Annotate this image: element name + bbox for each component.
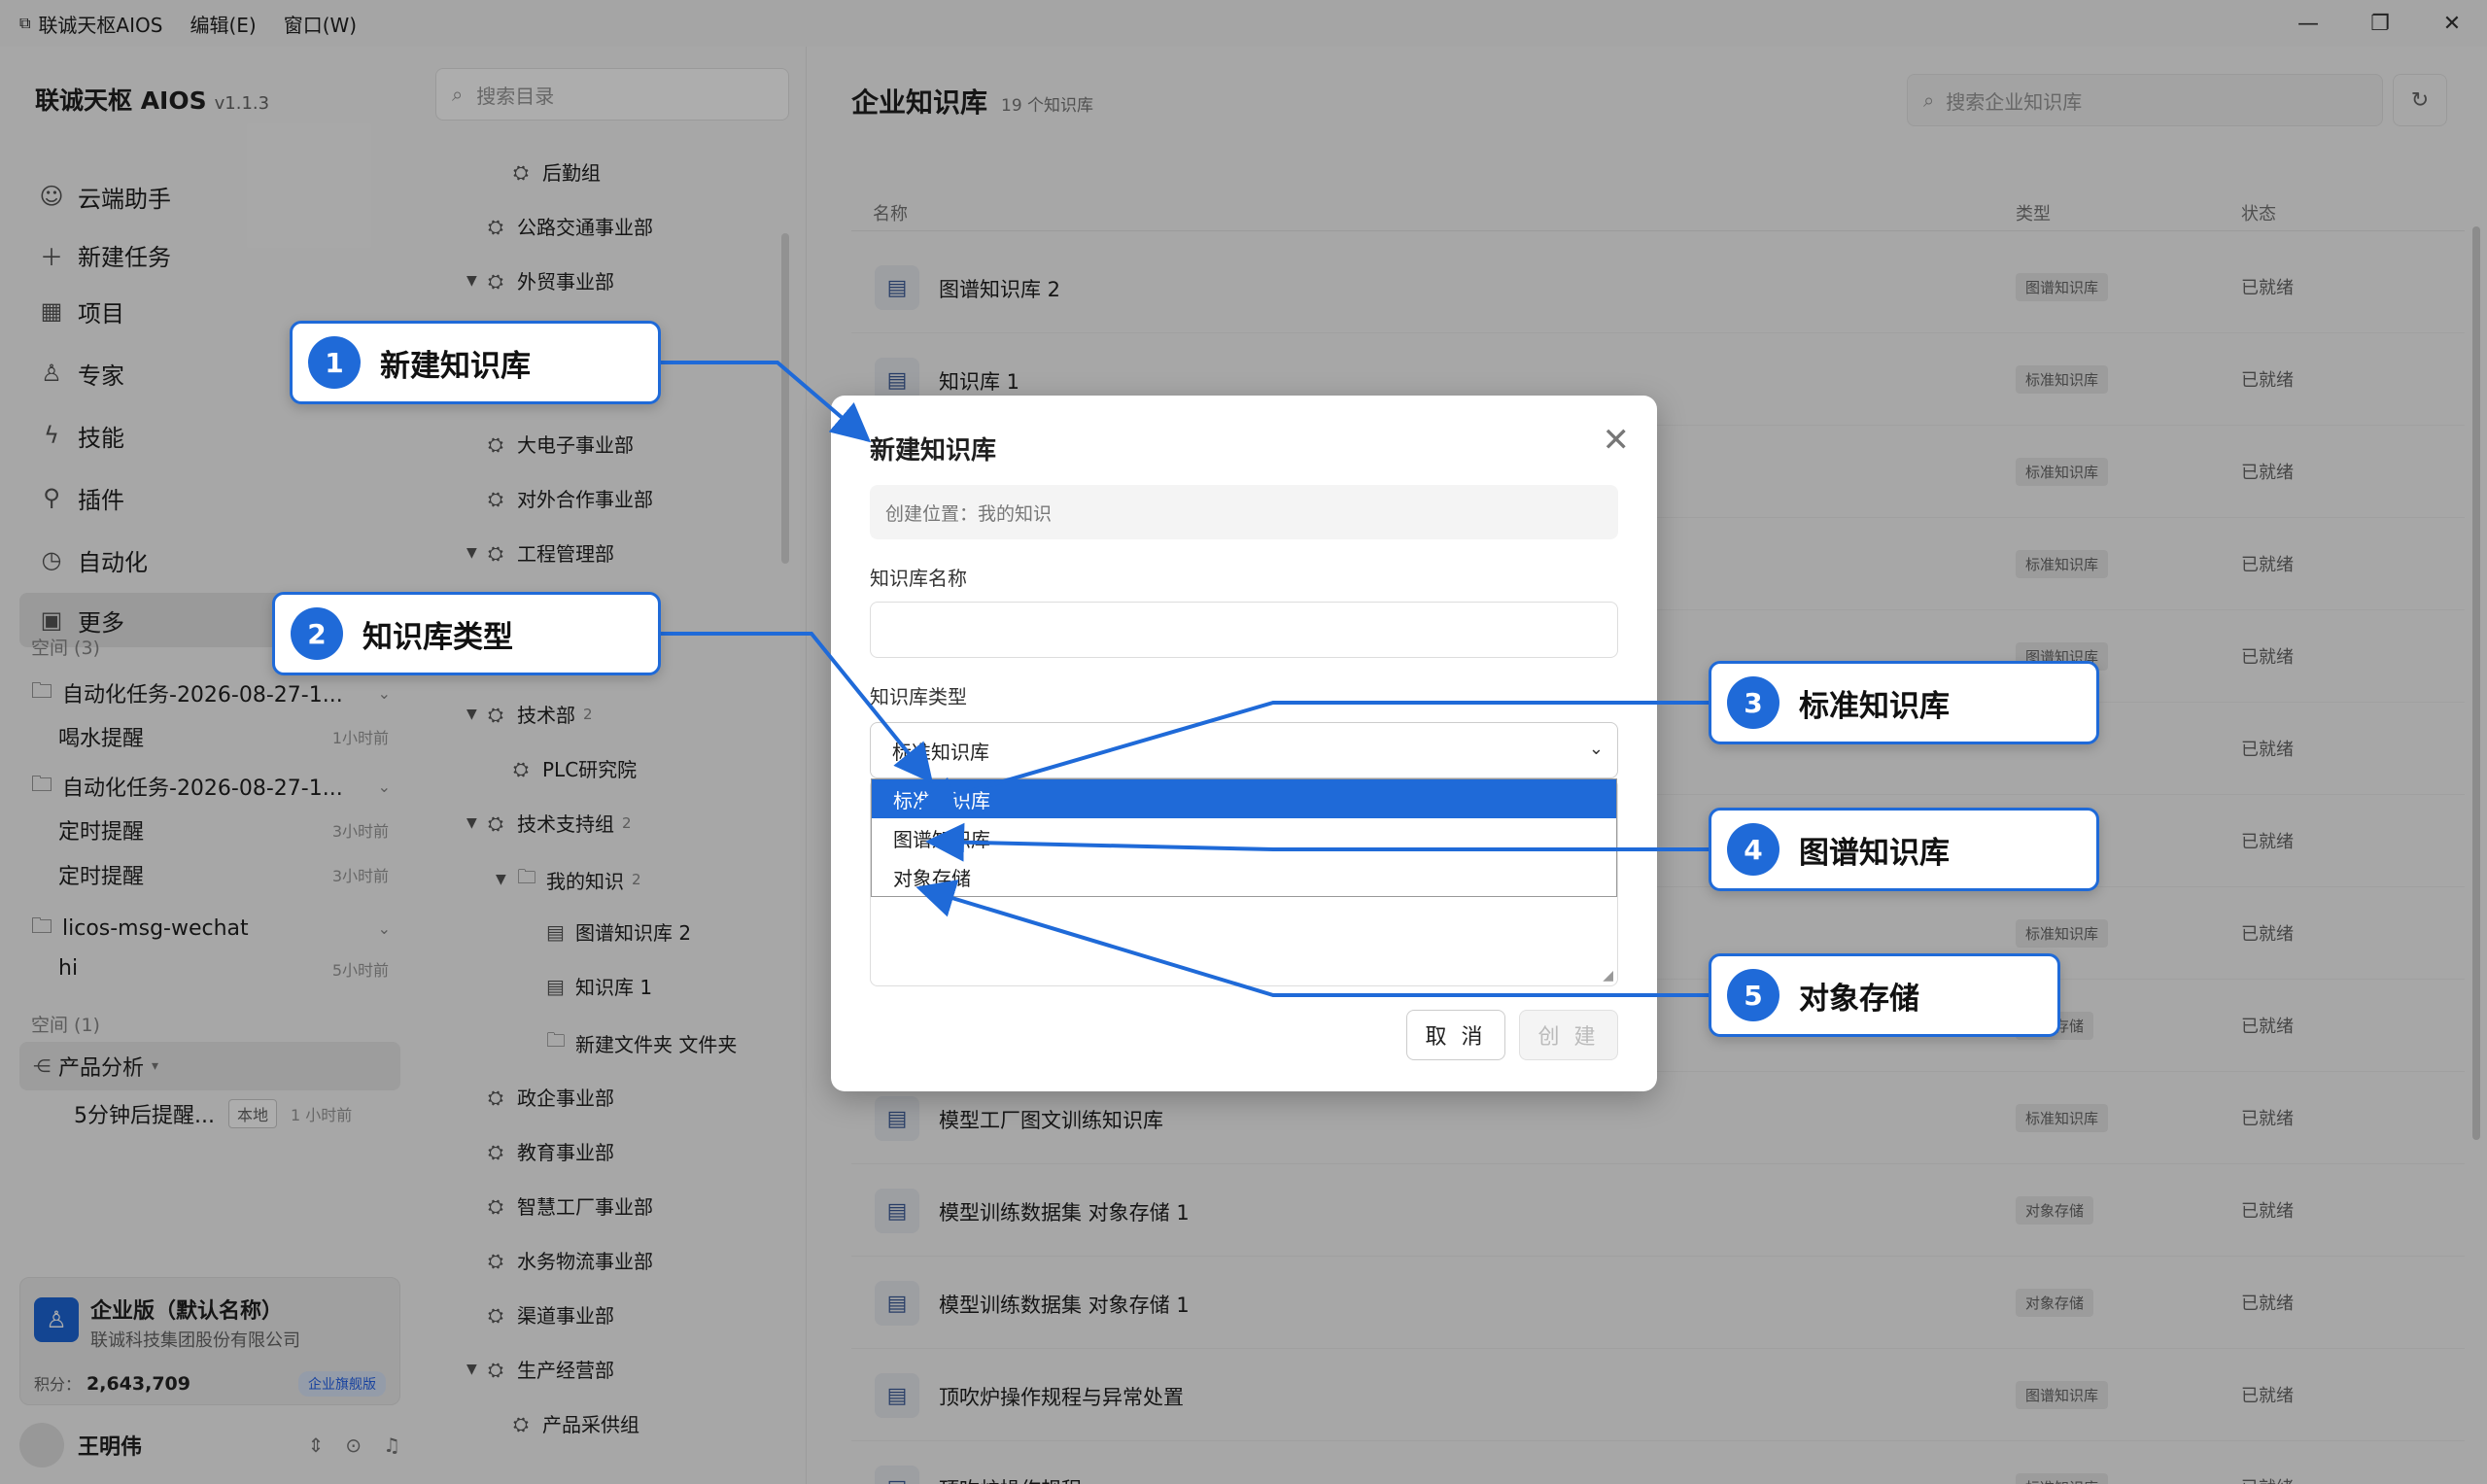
kb-name-input[interactable] — [870, 602, 1618, 658]
callout-text: 图谱知识库 — [1799, 835, 1950, 871]
resize-grip-icon[interactable]: ◢ — [1603, 968, 1613, 984]
callout-number: 1 — [308, 336, 361, 389]
callout-text: 对象存储 — [1799, 981, 1919, 1017]
callout-4: 4 图谱知识库 — [1709, 808, 2099, 891]
type-dropdown-list: 标准知识库 图谱知识库 对象存储 — [871, 778, 1617, 897]
type-label: 知识库类型 — [870, 685, 967, 708]
callout-number: 2 — [291, 607, 343, 660]
option-standard-kb[interactable]: 标准知识库 — [872, 779, 1616, 818]
callout-text: 新建知识库 — [380, 348, 531, 384]
callout-text: 知识库类型 — [363, 619, 513, 655]
name-label: 知识库名称 — [870, 567, 967, 590]
close-icon[interactable]: ✕ — [1603, 421, 1631, 460]
callout-text: 标准知识库 — [1799, 688, 1950, 724]
kb-type-select[interactable]: 标准知识库 ⌄ — [870, 722, 1618, 778]
callout-number: 5 — [1727, 969, 1779, 1021]
callout-1: 1 新建知识库 — [290, 321, 661, 404]
callout-number: 4 — [1727, 823, 1779, 876]
cancel-button[interactable]: 取 消 — [1406, 1010, 1505, 1060]
callout-3: 3 标准知识库 — [1709, 661, 2099, 744]
callout-5: 5 对象存储 — [1709, 953, 2060, 1037]
chevron-down-icon: ⌄ — [1588, 739, 1604, 759]
option-graph-kb[interactable]: 图谱知识库 — [872, 818, 1616, 857]
callout-number: 3 — [1727, 676, 1779, 729]
callout-2: 2 知识库类型 — [272, 592, 661, 675]
dialog-title: 新建知识库 — [870, 436, 997, 466]
create-button[interactable]: 创 建 — [1519, 1010, 1618, 1060]
selected-type: 标准知识库 — [892, 740, 989, 764]
new-kb-dialog: 新建知识库 ✕ 创建位置：我的知识 知识库名称 知识库类型 ◢ 标准知识库 ⌄ … — [831, 396, 1657, 1091]
location-field: 创建位置：我的知识 — [870, 485, 1618, 539]
option-object-storage[interactable]: 对象存储 — [872, 857, 1616, 896]
